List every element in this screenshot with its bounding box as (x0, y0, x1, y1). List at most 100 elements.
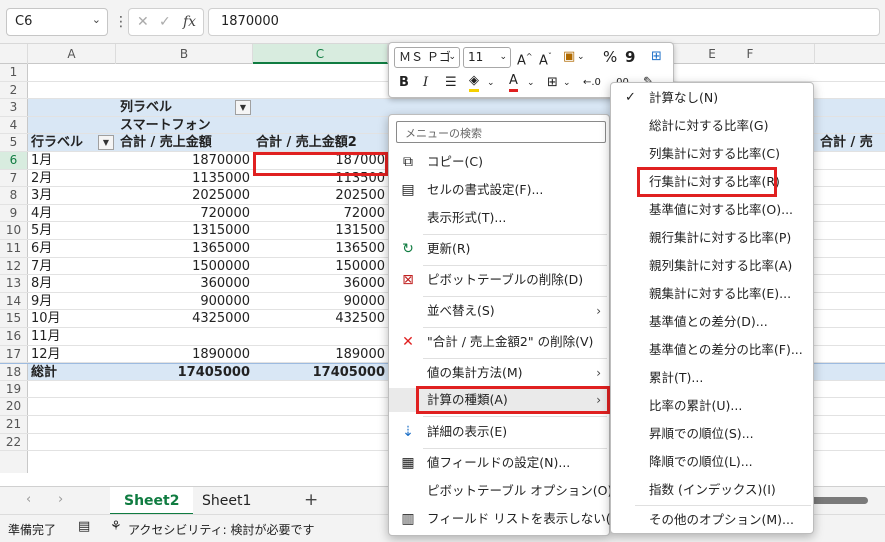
row-header[interactable]: 5 (0, 134, 28, 151)
row-header[interactable]: 12 (0, 257, 28, 275)
menu-item-hide-field-list[interactable]: ▥ フィールド リストを表示しない(D) (389, 507, 625, 531)
enter-icon[interactable]: ✓ (159, 14, 171, 30)
value-cell[interactable]: 136500 (253, 240, 388, 257)
menu-item-show-details[interactable]: ⇣ 詳細の表示(E) (389, 420, 609, 444)
scroll-right-icon[interactable]: › (58, 492, 63, 507)
submenu-item-no-calculation[interactable]: ✓ 計算なし(N) (611, 85, 813, 111)
value-cell[interactable]: 1870000 (116, 152, 253, 169)
row-header[interactable]: 13 (0, 275, 28, 292)
row-header[interactable]: 7 (0, 169, 28, 187)
decrease-font-icon[interactable]: Aˇ (539, 47, 552, 71)
tab-sheet1[interactable]: Sheet1 (188, 487, 265, 515)
row-header[interactable]: 16 (0, 328, 28, 345)
font-size-select[interactable]: 11 ⌄ (463, 47, 511, 68)
submenu-item-rank-descending[interactable]: 降順での順位(L)... (611, 449, 813, 475)
submenu-item-pct-parent[interactable]: 親集計に対する比率(E)... (611, 281, 813, 307)
cell-mode-icon[interactable]: ▤ (78, 519, 90, 534)
number-format-icon[interactable]: ▣ (563, 47, 575, 67)
increase-decimal-icon[interactable]: ←.0 (583, 73, 601, 93)
submenu-item-pct-difference-from[interactable]: 基準値との差分の比率(F)... (611, 337, 813, 363)
row-header[interactable]: 8 (0, 187, 28, 204)
column-header-c[interactable]: C (253, 44, 388, 64)
chevron-down-icon[interactable]: ⌄ (92, 13, 101, 26)
submenu-item-pct-running-total[interactable]: 比率の累計(U)... (611, 393, 813, 419)
total-value-2[interactable]: 17405000 (253, 364, 388, 380)
menu-item-sort[interactable]: 並べ替え(S) › (389, 299, 609, 323)
submenu-item-running-total[interactable]: 累計(T)... (611, 365, 813, 391)
value-cell[interactable]: 189000 (253, 346, 388, 363)
italic-icon[interactable]: I (423, 73, 428, 93)
fill-color-icon[interactable]: ◈ (469, 73, 479, 92)
value-cell[interactable]: 90000 (253, 293, 388, 310)
row-header[interactable]: 21 (0, 416, 28, 433)
value-cell[interactable]: 2025000 (116, 187, 253, 204)
menu-item-delete-pivot[interactable]: ⊠ ピボットテーブルの削除(D) (389, 268, 609, 292)
chevron-down-icon[interactable]: ⌄ (527, 73, 535, 93)
row-label[interactable]: 4月 (31, 205, 116, 222)
formula-input[interactable]: 1870000 (208, 8, 880, 36)
select-all-corner[interactable] (0, 44, 28, 64)
percent-style-icon[interactable]: % (603, 47, 617, 67)
column-header-f[interactable]: F (680, 44, 820, 64)
row-label[interactable]: 6月 (31, 240, 116, 257)
row-header[interactable]: 3 (0, 99, 28, 116)
menu-item-field-settings[interactable]: ▦ 値フィールドの設定(N)... (389, 451, 609, 475)
submenu-item-index[interactable]: 指数 (インデックス)(I) (611, 477, 813, 503)
row-label[interactable]: 8月 (31, 275, 116, 292)
accessibility-icon[interactable]: ⚘ (110, 519, 122, 534)
add-sheet-button[interactable]: + (304, 490, 318, 510)
value-cell[interactable]: 432500 (253, 310, 388, 327)
name-box[interactable]: C6 ⌄ (6, 8, 108, 36)
menu-item-copy[interactable]: ⧉ コピー(C) (389, 150, 609, 174)
row-label[interactable]: 1月 (31, 152, 116, 169)
column-header-b[interactable]: B (116, 44, 253, 64)
submenu-item-pct-grand-total[interactable]: 総計に対する比率(G) (611, 113, 813, 139)
value-cell[interactable]: 360000 (116, 275, 253, 292)
row-header[interactable]: 20 (0, 398, 28, 415)
row-header[interactable]: 15 (0, 310, 28, 327)
submenu-item-more-options[interactable]: その他のオプション(M)... (611, 507, 813, 533)
row-label[interactable]: 10月 (31, 310, 116, 327)
font-name-select[interactable]: ＭＳ Ｐゴ ⌄ (394, 47, 460, 68)
row-header[interactable]: 11 (0, 240, 28, 257)
accessibility-status[interactable]: アクセシビリティ: 検討が必要です (128, 521, 315, 538)
scroll-left-icon[interactable]: ‹ (26, 492, 31, 507)
row-header[interactable]: 2 (0, 81, 28, 99)
value-cell[interactable]: 1315000 (116, 222, 253, 239)
comma-style-icon[interactable]: 9 (625, 47, 635, 67)
value-cell[interactable]: 1365000 (116, 240, 253, 257)
value-cell[interactable]: 720000 (116, 205, 253, 222)
menu-search-input[interactable]: メニューの検索 (396, 121, 606, 143)
column-header-a[interactable]: A (28, 44, 116, 64)
row-label[interactable]: 5月 (31, 222, 116, 239)
menu-item-summarize-by[interactable]: 値の集計方法(M) › (389, 361, 609, 385)
submenu-item-pct-parent-column[interactable]: 親列集計に対する比率(A) (611, 253, 813, 279)
row-header[interactable]: 22 (0, 433, 28, 451)
chevron-down-icon[interactable]: ⌄ (563, 73, 571, 93)
row-header[interactable]: 6 (0, 152, 28, 169)
value-cell[interactable]: 1890000 (116, 346, 253, 363)
insert-function-icon[interactable]: fx (183, 14, 196, 30)
row-label[interactable]: 9月 (31, 293, 116, 310)
value-cell[interactable]: 202500 (253, 187, 388, 204)
row-label[interactable]: 3月 (31, 187, 116, 204)
value-header-2[interactable]: 合計 / 売上金額2 (256, 134, 388, 151)
menu-item-refresh[interactable]: ↻ 更新(R) (389, 237, 609, 261)
value-header-1[interactable]: 合計 / 売上金額 (120, 134, 250, 151)
total-value-1[interactable]: 17405000 (116, 364, 253, 380)
col-label-header[interactable]: 列ラベル (120, 99, 240, 116)
row-header[interactable]: 17 (0, 345, 28, 363)
value-cell[interactable]: 131500 (253, 222, 388, 239)
borders-icon[interactable]: ⊞ (547, 73, 558, 93)
menu-item-remove-field[interactable]: ✕ "合計 / 売上金額2" の削除(V) (389, 330, 609, 354)
cancel-icon[interactable]: ✕ (137, 14, 149, 30)
filter-dropdown-icon[interactable]: ▼ (98, 135, 114, 151)
submenu-item-pct-column-total[interactable]: 列集計に対する比率(C) (611, 141, 813, 167)
increase-font-icon[interactable]: A^ (517, 47, 533, 71)
menu-item-format-cells[interactable]: ▤ セルの書式設定(F)... (389, 178, 609, 202)
row-header[interactable]: 19 (0, 380, 28, 398)
submenu-item-pct-of[interactable]: 基準値に対する比率(O)... (611, 197, 813, 223)
row-label-header[interactable]: 行ラベル (31, 134, 101, 151)
value-cell[interactable]: 72000 (253, 205, 388, 222)
bold-icon[interactable]: B (399, 73, 409, 93)
